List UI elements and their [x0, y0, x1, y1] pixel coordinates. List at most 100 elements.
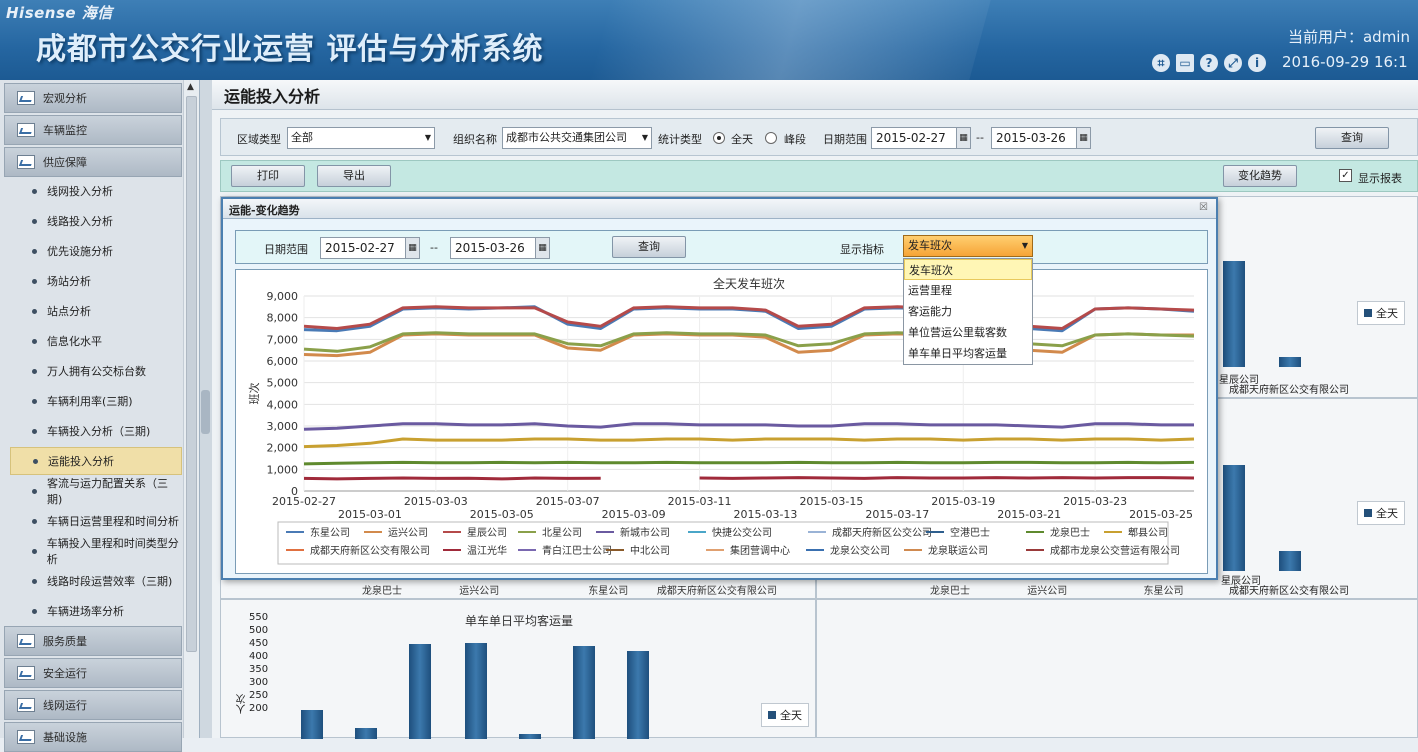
sidebar-item[interactable]: 客流与运力配置关系（三期) — [10, 477, 182, 506]
dialog-date-to-input[interactable]: 2015-03-26 ▦ — [450, 237, 550, 259]
sidebar-section-infra[interactable]: 基础设施 — [4, 722, 182, 752]
scroll-thumb[interactable] — [186, 96, 197, 652]
bullet-icon — [32, 278, 37, 284]
sidebar-item[interactable]: 万人拥有公交标台数 — [10, 357, 182, 385]
legend[interactable]: 全天 — [1357, 501, 1405, 525]
legend-label: 成都天府新区公交有限公司 — [310, 544, 430, 557]
sidebar-item[interactable]: 车辆日运营里程和时间分析 — [10, 507, 182, 535]
stat-label: 统计类型 — [658, 133, 702, 146]
sidebar-item[interactable]: 车辆利用率(三期) — [10, 387, 182, 415]
sidebar-section-vehicle-monitor[interactable]: 车辆监控 — [4, 115, 182, 145]
region-select[interactable]: 全部 ▼ — [287, 127, 435, 149]
sidebar-item[interactable]: 站点分析 — [10, 297, 182, 325]
trend-button[interactable]: 变化趋势 — [1223, 165, 1297, 187]
bar — [409, 644, 431, 739]
crop-icon[interactable]: ⌗ — [1152, 54, 1170, 72]
bullet-icon — [32, 188, 37, 194]
bullet-icon — [32, 488, 37, 494]
sidebar-section-service[interactable]: 服务质量 — [4, 626, 182, 656]
system-title: 成都市公交行业运营 评估与分析系统 — [36, 32, 544, 67]
dialog-title: 运能-变化趋势 ☒ — [223, 199, 1216, 219]
sidebar-item[interactable]: 线路投入分析 — [10, 207, 182, 235]
option-mileage[interactable]: 运营里程 — [904, 280, 1032, 301]
radio-peak[interactable] — [765, 132, 777, 144]
export-button[interactable]: 导出 — [317, 165, 391, 187]
y-tick-label: 3,000 — [267, 420, 299, 433]
legend-label: 温江光华 — [467, 544, 507, 557]
x-tick-label: 2015-03-07 — [536, 495, 600, 508]
sidebar-item[interactable]: 线路时段运营效率（三期) — [10, 567, 182, 595]
fullscreen-icon[interactable]: ⤢ — [1224, 54, 1242, 72]
dialog-date-from-input[interactable]: 2015-02-27 ▦ — [320, 237, 420, 259]
sidebar-item[interactable]: 线网投入分析 — [10, 177, 182, 205]
collapse-handle[interactable] — [201, 390, 210, 434]
bottom-ytick: 350 — [249, 664, 269, 675]
sidebar-item[interactable]: 车辆进场率分析 — [10, 597, 182, 625]
trend-chart: 全天发车班次 9,000 8,000 7,000 6,000 5,000 4,000 3,00… — [235, 269, 1208, 574]
legend-label: 郫县公司 — [1128, 526, 1168, 539]
legend[interactable]: 全天 — [1357, 301, 1405, 325]
sidebar-section-macro[interactable]: 宏观分析 — [4, 83, 182, 113]
bottom-ytick: 250 — [249, 690, 269, 701]
indicator-select[interactable]: 发车班次 ▼ — [903, 235, 1033, 257]
radio-all-day[interactable] — [713, 132, 725, 144]
service-icon — [17, 634, 35, 648]
sidebar-scrollbar[interactable]: ▲ — [183, 80, 199, 738]
window-icon[interactable]: ▭ — [1176, 54, 1194, 72]
x-tick-label: 2015-02-27 — [272, 495, 336, 508]
legend[interactable]: 全天 — [761, 703, 809, 727]
y-tick-label: 8,000 — [267, 312, 299, 325]
date-label: 日期范围 — [823, 133, 867, 146]
option-avg-daily-passengers[interactable]: 单车单日平均客运量 — [904, 343, 1032, 364]
x-tick-label: 2015-03-25 — [1129, 508, 1193, 521]
legend-label: 星辰公司 — [467, 527, 507, 539]
legend-label: 集团营调中心 — [730, 544, 790, 557]
sidebar-item[interactable]: 场站分析 — [10, 267, 182, 295]
sidebar-item[interactable]: 车辆投入分析（三期) — [10, 417, 182, 445]
option-departures[interactable]: 发车班次 — [904, 259, 1032, 280]
sidebar-section-network[interactable]: 线网运行 — [4, 690, 182, 720]
calendar-icon[interactable]: ▦ — [535, 238, 549, 258]
sidebar-item[interactable]: 车辆投入里程和时间类型分析 — [10, 537, 182, 566]
category-labels-left: 龙泉巴士 运兴公司 东星公司 成都天府新区公交有限公司 — [362, 586, 777, 597]
info-icon[interactable]: i — [1248, 54, 1266, 72]
date-to-input[interactable]: 2015-03-26 ▦ — [991, 127, 1091, 149]
sidebar-section-safety[interactable]: 安全运行 — [4, 658, 182, 688]
datetime: 2016-09-29 16:1 — [1282, 53, 1408, 71]
query-button[interactable]: 查询 — [1315, 127, 1389, 149]
dialog-query-button[interactable]: 查询 — [612, 236, 686, 258]
date-from-input[interactable]: 2015-02-27 ▦ — [871, 127, 971, 149]
print-button[interactable]: 打印 — [231, 165, 305, 187]
category-labels-right: 龙泉巴士 运兴公司 东星公司 — [930, 586, 1184, 597]
page-title: 运能投入分析 — [212, 80, 1418, 110]
line-chart: 全天发车班次 9,000 8,000 7,000 6,000 5,000 4,000 3,00… — [247, 276, 1195, 565]
sidebar-item[interactable]: 信息化水平 — [10, 327, 182, 355]
bottom-ytick: 500 — [249, 625, 269, 636]
sidebar-item[interactable]: 运能投入分析 — [10, 447, 182, 475]
header-tools: ⌗ ▭ ? ⤢ i — [1152, 54, 1266, 72]
help-icon[interactable]: ? — [1200, 54, 1218, 72]
bullet-icon — [32, 368, 37, 374]
sidebar-item[interactable]: 优先设施分析 — [10, 237, 182, 265]
calendar-icon[interactable]: ▦ — [956, 128, 970, 148]
scroll-up-icon[interactable]: ▲ — [187, 82, 194, 92]
y-tick-label: 5,000 — [267, 377, 299, 390]
calendar-icon[interactable]: ▦ — [1076, 128, 1090, 148]
org-select[interactable]: 成都市公共交通集团公司 ▼ — [502, 127, 652, 149]
series-line — [303, 422, 1194, 431]
indicator-dropdown[interactable]: 发车班次 ▼ 发车班次 运营里程 客运能力 单位营运公里载客数 单车单日平均客运量 — [903, 235, 1033, 366]
bar — [1223, 465, 1245, 571]
bar — [519, 734, 541, 739]
y-tick-label: 1,000 — [267, 463, 299, 476]
show-report-checkbox[interactable]: ✓ — [1339, 169, 1352, 182]
bullet-icon — [32, 308, 37, 314]
x-tick-label: 2015-03-11 — [668, 495, 732, 508]
option-capacity[interactable]: 客运能力 — [904, 301, 1032, 322]
sidebar-section-supply[interactable]: 供应保障 — [4, 147, 182, 177]
option-passengers-per-km[interactable]: 单位营运公里载客数 — [904, 322, 1032, 343]
series-line — [303, 331, 1195, 353]
sidebar-splitter[interactable] — [200, 80, 212, 738]
close-icon[interactable]: ☒ — [1199, 202, 1208, 213]
calendar-icon[interactable]: ▦ — [405, 238, 419, 258]
category-label: 成都天府新区公交有限公司 — [1229, 385, 1349, 396]
